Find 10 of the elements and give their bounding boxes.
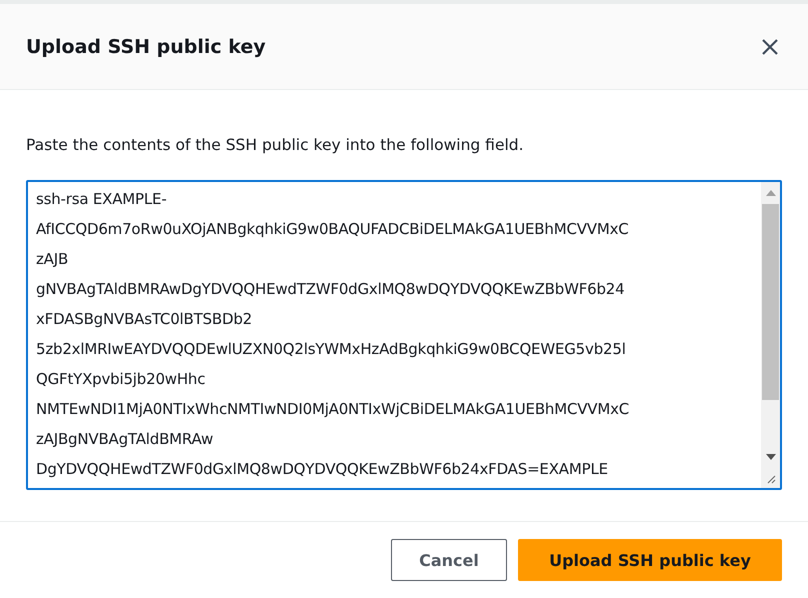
instruction-text: Paste the contents of the SSH public key into the following field.	[26, 136, 525, 154]
scrollbar[interactable]	[761, 182, 780, 488]
close-icon	[761, 38, 779, 56]
scrollbar-thumb[interactable]	[762, 204, 779, 400]
scroll-down-icon[interactable]	[766, 454, 776, 460]
upload-button[interactable]: Upload SSH public key	[518, 539, 782, 581]
cancel-button[interactable]: Cancel	[391, 539, 507, 581]
resize-grip-icon[interactable]	[766, 474, 776, 484]
dialog-title: Upload SSH public key	[26, 36, 266, 58]
key-input-field[interactable]: ssh-rsa EXAMPLE- AfICCQD6m7oRw0uXOjANBgkqhkiG9w0BAQUFADCBiDELMAkGA1UEBhMCVVMxC zAJB gNVBAgTAldBMRAwDgYDVQQHEwdTZWF0dGxlMQ8wDQYDVQQKEwZBbWF6b24 xFDASBgNVBAsTC0lBTSBDb2 5zb2xlMRIwEAYDVQQDEwlUZXN0Q2lsYWMxHzAdBgkqhkiG9w0BCQEWEG5vb25l QGFtYXpvbi5jb20wHhc NMTEwNDI1MjA0NTIxWhcNMTIwNDI0MjA0NTIxWjCBiDELMAkGA1UEBhMCVVMxC zAJBgNVBAgTAldBMRAw DgYDVQQHEwdTZWF0dGxlMQ8wDQYDVQQKEwZBbWF6b24xFDAS=EXAMPLE	[26, 180, 782, 490]
